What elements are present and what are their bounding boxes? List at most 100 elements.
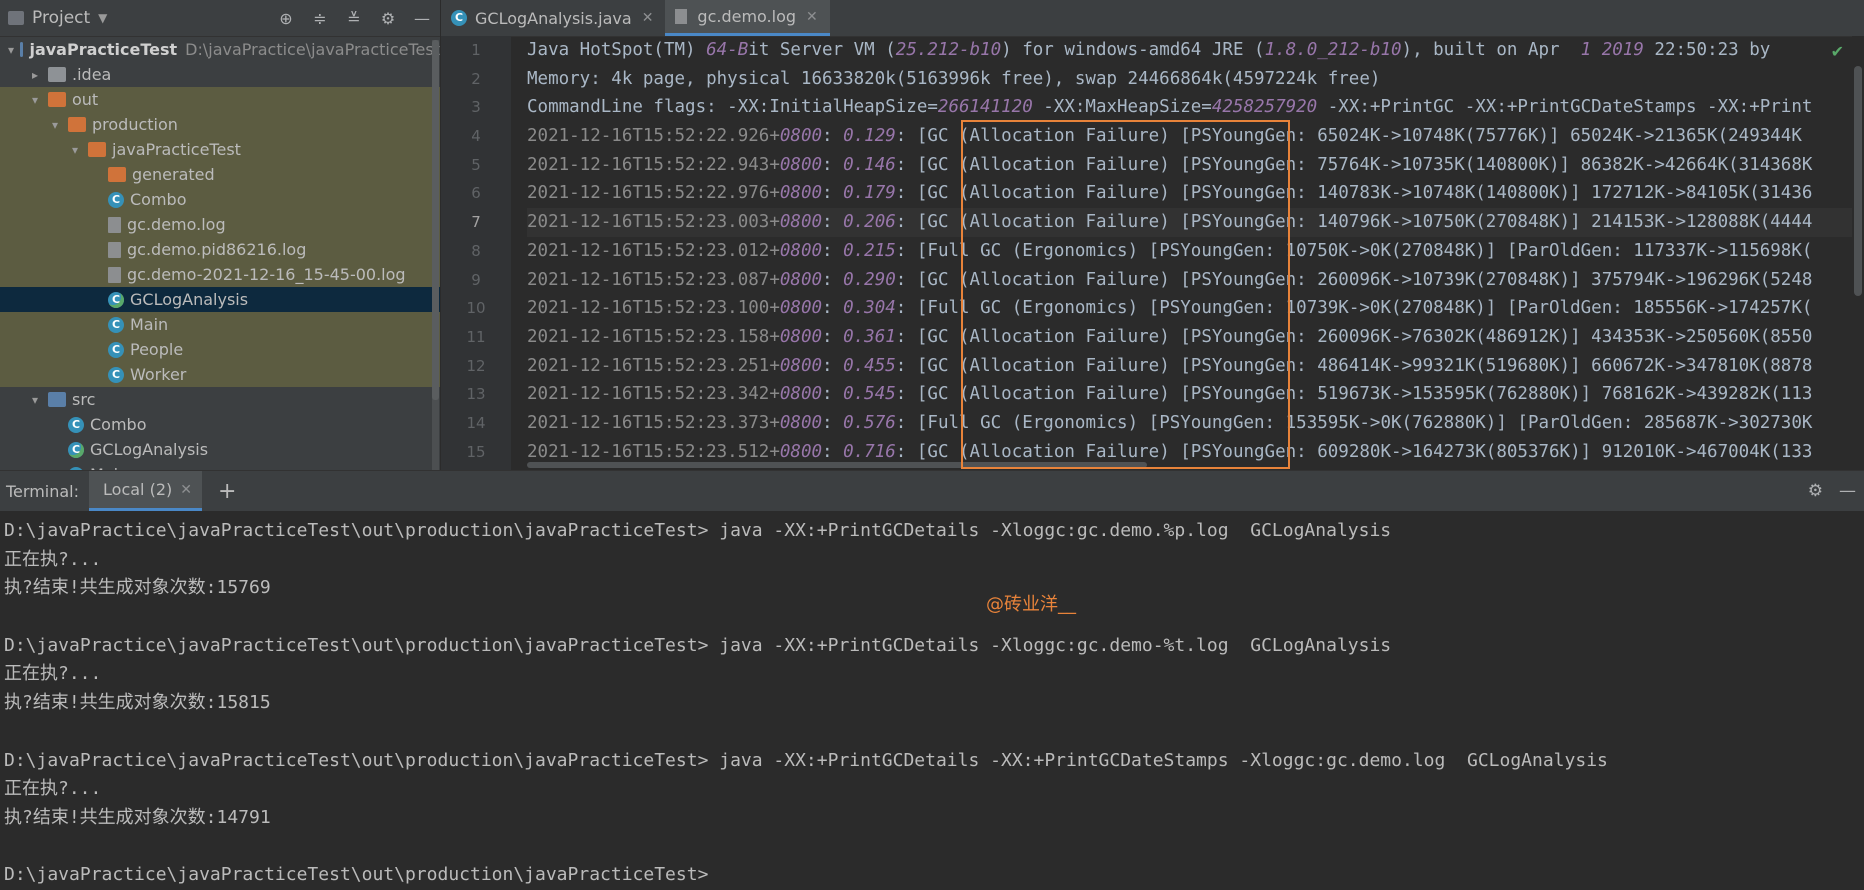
tree-item[interactable]: C People <box>0 337 440 362</box>
tree-item[interactable]: C GCLogAnalysis <box>0 437 440 462</box>
code-line: Java HotSpot(TM) 64-Bit Server VM (25.21… <box>527 36 1864 65</box>
tree-item-label: javaPracticeTest <box>29 40 178 59</box>
editor-hscroll-thumb[interactable] <box>527 462 1147 468</box>
code-token: 2021-12-16T15:52:22.976+ <box>527 183 780 204</box>
terminal-tab-local[interactable]: Local (2) ✕ <box>89 471 202 511</box>
tree-item[interactable]: ▾ out <box>0 87 440 112</box>
code-token: 2021-12-16T15:52:23.012+ <box>527 240 780 261</box>
java-class-icon: C <box>108 291 124 308</box>
chevron-down-icon[interactable]: ▾ <box>28 93 42 107</box>
chevron-down-icon[interactable]: ▾ <box>68 143 82 157</box>
code-token: Java HotSpot(TM) <box>527 40 707 60</box>
collapse-all-icon[interactable]: ≚ <box>344 8 364 28</box>
code-token: 2021-12-16T15:52:23.158+ <box>527 326 780 347</box>
tree-item[interactable]: gc.demo-2021-12-16_15-45-00.log <box>0 262 440 287</box>
tree-item[interactable]: ▸ .idea <box>0 62 440 87</box>
code-token: : <box>822 240 844 261</box>
editor-scrollbar-thumb[interactable] <box>1854 66 1862 296</box>
code-token: : [GC (Allocation Failure) [PSYoungGen: … <box>895 441 1813 462</box>
terminal-line: 执?结束!共生成对象次数:15815 <box>4 692 271 714</box>
project-tree: ▾ javaPracticeTest D:\javaPractice\javaPra… <box>0 37 440 470</box>
code-token: it Server VM ( <box>748 40 896 60</box>
code-token: : <box>822 298 844 319</box>
close-icon[interactable]: ✕ <box>642 10 654 26</box>
tree-item[interactable]: C GCLogAnalysis <box>0 287 440 312</box>
project-header[interactable]: Project ▼ ⊕ ≑ ≚ ⚙ — <box>0 0 440 37</box>
project-path: D:\javaPractice\javaPracticeTest <box>185 40 440 59</box>
tree-item[interactable]: CMain <box>0 462 440 470</box>
code-line: 2021-12-16T15:52:23.158+0800: 0.361: [GC… <box>527 323 1864 352</box>
gear-icon[interactable]: ⚙ <box>378 8 398 28</box>
project-title: Project <box>32 8 91 28</box>
minimize-icon[interactable]: — <box>1839 481 1856 501</box>
tree-item[interactable]: ▾ javaPracticeTest D:\javaPractice\javaPra… <box>0 37 440 62</box>
line-number: 7 <box>471 213 481 232</box>
close-icon[interactable]: ✕ <box>806 9 818 25</box>
tree-item[interactable]: ▾ javaPracticeTest <box>0 137 440 162</box>
terminal-line: D:\javaPractice\javaPracticeTest\out\pro… <box>4 520 1392 541</box>
tree-scrollbar[interactable] <box>432 40 439 470</box>
java-class-icon: C <box>451 10 467 26</box>
project-panel: Project ▼ ⊕ ≑ ≚ ⚙ — ▾ javaPracticeTest D:\… <box>0 0 441 470</box>
tree-scrollbar-thumb[interactable] <box>432 40 439 400</box>
chevron-down-icon[interactable]: ▾ <box>8 43 14 57</box>
tree-item[interactable]: ▾ src <box>0 387 440 412</box>
terminal-line: 正在执?... <box>4 663 102 685</box>
terminal-toolbar: ⚙ — <box>1808 471 1856 511</box>
editor-tab[interactable]: gc.demo.log ✕ <box>665 0 830 36</box>
code-token: 22:50:23 by <box>1643 40 1771 60</box>
code-token: : [GC (Allocation Failure) [PSYoungGen: … <box>895 269 1813 290</box>
expand-all-icon[interactable]: ≑ <box>310 8 330 28</box>
line-number: 12 <box>466 356 486 375</box>
chevron-down-icon[interactable]: ▾ <box>28 393 42 407</box>
tree-item[interactable]: ▾ production <box>0 112 440 137</box>
tree-item[interactable]: C Combo <box>0 187 440 212</box>
code-token: 2021-12-16T15:52:23.003+ <box>527 212 780 233</box>
code-token: : [GC (Allocation Failure) [PSYoungGen: … <box>895 355 1813 376</box>
editor: C GCLogAnalysis.java ✕ gc.demo.log ✕ 1234567… <box>441 0 1864 470</box>
chevron-down-icon[interactable]: ▼ <box>98 11 107 25</box>
code-token: : [Full GC (Ergonomics) [PSYoungGen: 107… <box>895 240 1813 261</box>
code-token: 0800 <box>779 240 823 261</box>
code-token: 1 2019 <box>1580 40 1644 60</box>
code-area[interactable]: Java HotSpot(TM) 64-Bit Server VM (25.21… <box>527 36 1864 470</box>
terminal-output[interactable]: D:\javaPractice\javaPracticeTest\out\pro… <box>0 511 1864 890</box>
line-number: 3 <box>471 98 481 117</box>
new-terminal-icon[interactable]: + <box>218 479 236 504</box>
code-token: : [GC (Allocation Failure) [PSYoungGen: … <box>895 384 1813 405</box>
terminal-line: 执?结束!共生成对象次数:15769 <box>4 577 271 599</box>
code-line: CommandLine flags: -XX:InitialHeapSize=2… <box>527 93 1864 122</box>
chevron-right-icon[interactable]: ▸ <box>28 68 42 82</box>
code-token: : [Full GC (Ergonomics) [PSYoungGen: 107… <box>895 298 1813 319</box>
tree-item[interactable]: C Combo <box>0 412 440 437</box>
code-token: 0.455 <box>843 355 896 376</box>
tree-item-label: generated <box>132 165 215 184</box>
terminal-line: 正在执?... <box>4 548 102 570</box>
line-number: 5 <box>471 155 481 174</box>
tree-item[interactable]: gc.demo.pid86216.log <box>0 237 440 262</box>
chevron-down-icon[interactable]: ▾ <box>48 118 62 132</box>
tree-item-label: out <box>72 90 99 109</box>
project-toolbar: ⊕ ≑ ≚ ⚙ — <box>276 0 432 36</box>
tree-item[interactable]: gc.demo.log <box>0 212 440 237</box>
tree-item[interactable]: generated <box>0 162 440 187</box>
locate-icon[interactable]: ⊕ <box>276 8 296 28</box>
code-token: CommandLine flags: -XX:InitialHeapSize= <box>527 97 938 118</box>
code-line: 2021-12-16T15:52:23.087+0800: 0.290: [GC… <box>527 266 1864 295</box>
tree-item[interactable]: CMain <box>0 312 440 337</box>
code-token: 0.361 <box>843 326 896 347</box>
editor-horizontal-scrollbar[interactable] <box>527 462 1527 470</box>
tree-item[interactable]: C Worker <box>0 362 440 387</box>
tree-item-label: Main <box>130 315 169 334</box>
close-icon[interactable]: ✕ <box>180 482 192 498</box>
editor-tab[interactable]: C GCLogAnalysis.java ✕ <box>441 0 665 36</box>
code-line: 2021-12-16T15:52:23.373+0800: 0.576: [Fu… <box>527 409 1864 438</box>
code-token: : <box>822 154 844 175</box>
editor-vertical-scrollbar[interactable] <box>1852 36 1864 470</box>
code-token: 2021-12-16T15:52:23.373+ <box>527 412 780 433</box>
code-token: 1.8.0_212-b10 <box>1264 40 1402 60</box>
folder-icon <box>68 117 86 132</box>
minimize-icon[interactable]: — <box>412 8 432 28</box>
code-token: : [GC (Allocation Failure) [PSYoungGen: … <box>895 154 1813 175</box>
gear-icon[interactable]: ⚙ <box>1808 481 1823 501</box>
